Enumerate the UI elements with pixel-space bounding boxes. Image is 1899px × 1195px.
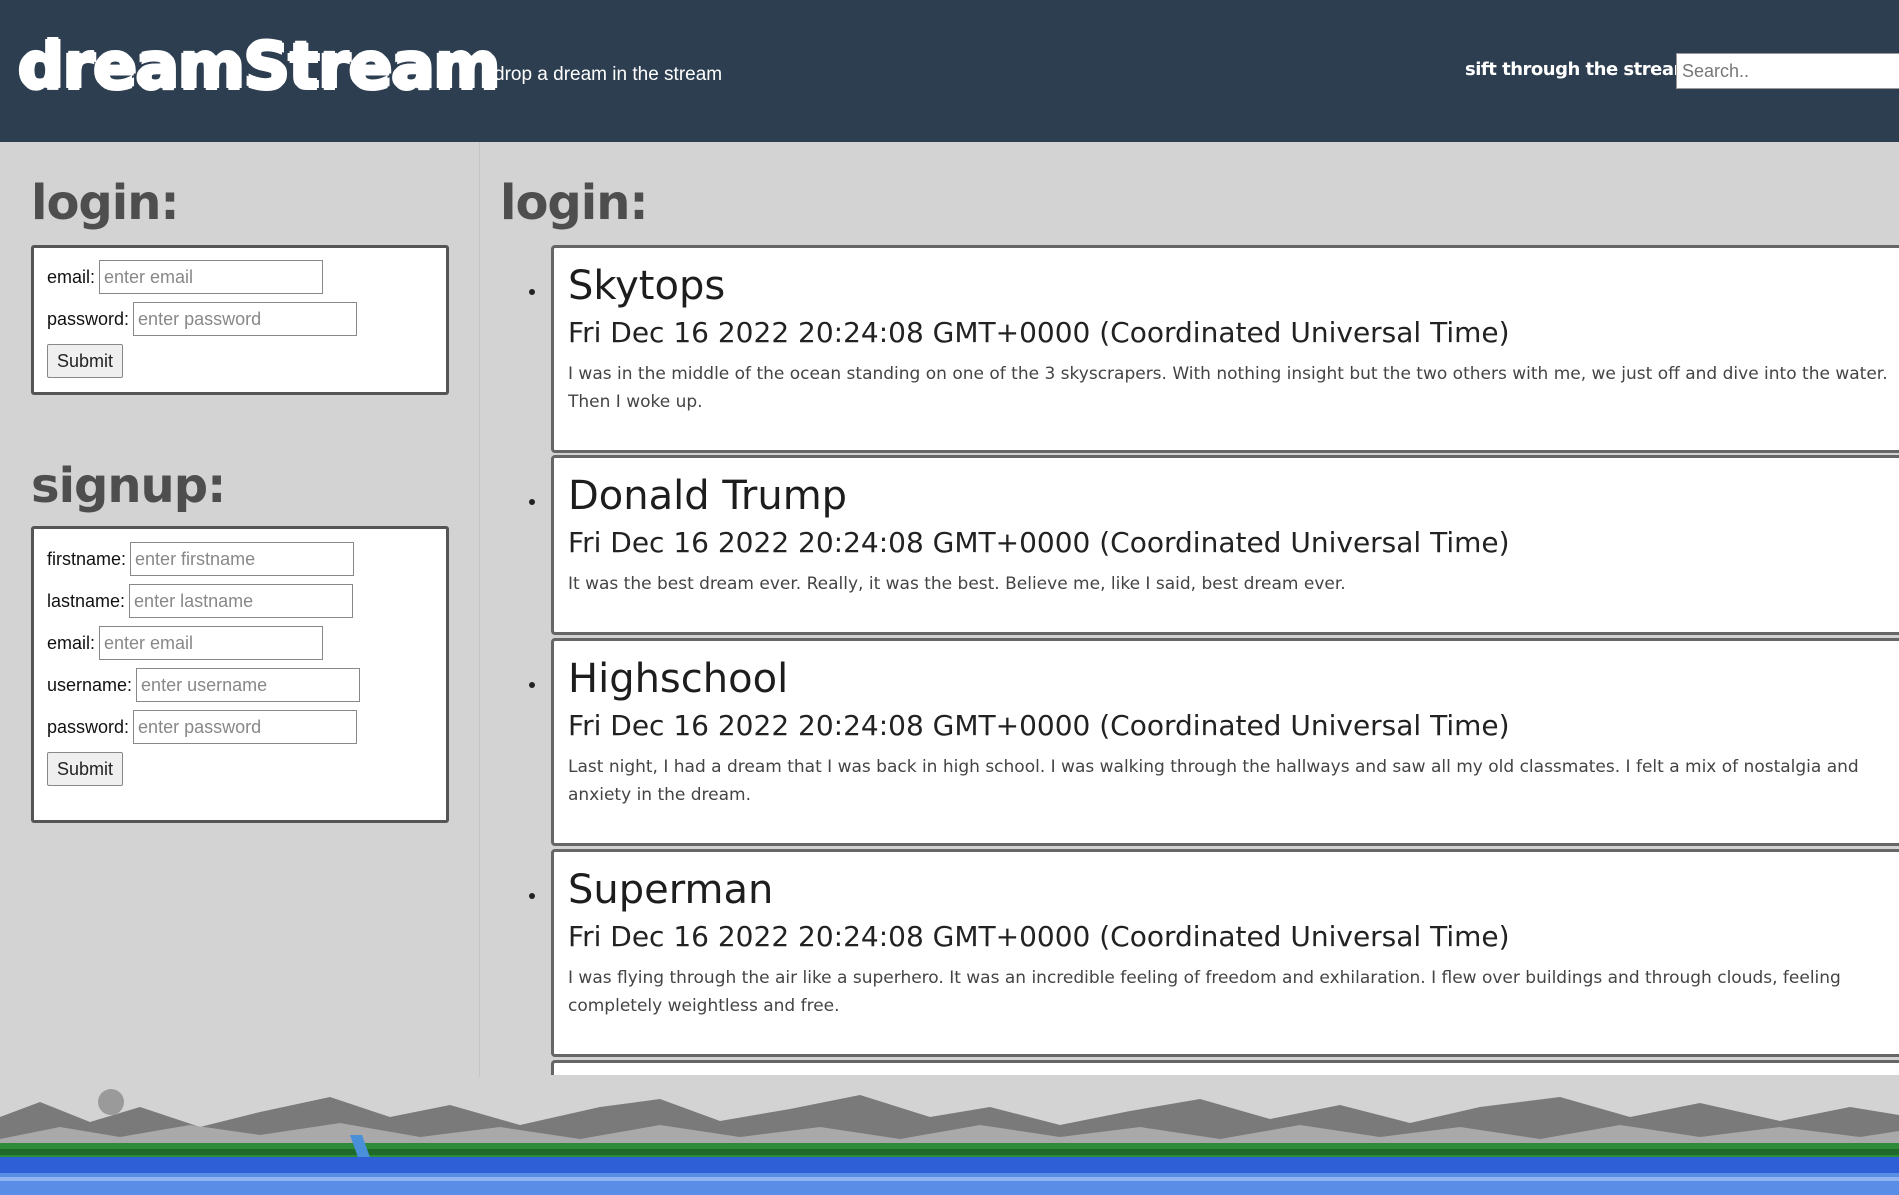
dream-card[interactable]: Donald Trump Fri Dec 16 2022 20:24:08 GM… — [551, 455, 1899, 635]
dream-title: Highschool — [568, 656, 789, 702]
dream-item: Highschool Fri Dec 16 2022 20:24:08 GMT+… — [510, 638, 1899, 846]
bullet-icon — [529, 682, 535, 688]
bullet-icon — [529, 893, 535, 899]
search-input[interactable] — [1676, 53, 1899, 89]
dream-date: Fri Dec 16 2022 20:24:08 GMT+0000 (Coord… — [568, 709, 1510, 742]
signup-firstname-field[interactable] — [130, 542, 355, 576]
login-title: login: — [31, 175, 180, 231]
signup-password-field[interactable] — [133, 710, 358, 744]
login-form: email: password: Submit — [31, 245, 449, 395]
signup-title: signup: — [31, 458, 226, 514]
dream-item — [510, 1060, 1899, 1075]
dream-title: Superman — [568, 867, 774, 913]
login-password-row: password: — [47, 301, 358, 337]
signup-submit-button[interactable]: Submit — [47, 752, 124, 786]
sidebar: login: email: password: Submit signup: f… — [0, 142, 480, 1077]
dream-card[interactable] — [551, 1060, 1899, 1075]
site-logo[interactable]: dreamStream — [18, 30, 500, 104]
search-label: sift through the stream: — [1465, 59, 1699, 80]
login-password-field[interactable] — [133, 302, 358, 336]
signup-email-field[interactable] — [99, 626, 324, 660]
bullet-icon — [529, 499, 535, 505]
dream-item: Superman Fri Dec 16 2022 20:24:08 GMT+00… — [510, 849, 1899, 1057]
login-email-field[interactable] — [99, 260, 324, 294]
signup-password-label: password: — [47, 716, 130, 737]
dream-date: Fri Dec 16 2022 20:24:08 GMT+0000 (Coord… — [568, 920, 1510, 953]
signup-password-row: password: — [47, 709, 358, 745]
login-email-row: email: — [47, 259, 324, 295]
dream-body: It was the best dream ever. Really, it w… — [568, 574, 1346, 594]
dream-item: Donald Trump Fri Dec 16 2022 20:24:08 GM… — [510, 455, 1899, 635]
signup-lastname-row: lastname: — [47, 583, 354, 619]
signup-form: firstname: lastname: email: username: pa… — [31, 526, 449, 823]
dream-card[interactable]: Superman Fri Dec 16 2022 20:24:08 GMT+00… — [551, 849, 1899, 1057]
site-tagline: drop a dream in the stream — [494, 64, 723, 85]
bullet-icon — [529, 289, 535, 295]
dream-feed: Skytops Fri Dec 16 2022 20:24:08 GMT+000… — [510, 245, 1899, 1075]
dream-title: Donald Trump — [568, 473, 848, 519]
signup-firstname-label: firstname: — [47, 548, 127, 569]
signup-username-field[interactable] — [136, 668, 361, 702]
feed-title: login: — [500, 175, 649, 231]
dream-item: Skytops Fri Dec 16 2022 20:24:08 GMT+000… — [510, 245, 1899, 453]
dream-date: Fri Dec 16 2022 20:24:08 GMT+0000 (Coord… — [568, 316, 1510, 349]
dream-body: I was in the middle of the ocean standin… — [568, 364, 1888, 412]
dream-title: Skytops — [568, 263, 726, 309]
moon-icon — [98, 1089, 124, 1115]
dream-date: Fri Dec 16 2022 20:24:08 GMT+0000 (Coord… — [568, 526, 1510, 559]
signup-email-label: email: — [47, 632, 96, 653]
signup-firstname-row: firstname: — [47, 541, 355, 577]
login-email-label: email: — [47, 266, 96, 287]
signup-lastname-field[interactable] — [129, 584, 354, 618]
signup-username-label: username: — [47, 674, 133, 695]
login-password-label: password: — [47, 308, 130, 329]
login-submit-button[interactable]: Submit — [47, 344, 124, 378]
dream-card[interactable]: Highschool Fri Dec 16 2022 20:24:08 GMT+… — [551, 638, 1899, 846]
signup-lastname-label: lastname: — [47, 590, 126, 611]
signup-email-row: email: — [47, 625, 324, 661]
landscape-footer-image — [0, 1077, 1899, 1195]
dream-body: Last night, I had a dream that I was bac… — [568, 757, 1859, 805]
dream-card[interactable]: Skytops Fri Dec 16 2022 20:24:08 GMT+000… — [551, 245, 1899, 453]
dream-body: I was flying through the air like a supe… — [568, 968, 1841, 1016]
signup-username-row: username: — [47, 667, 361, 703]
site-header: dreamStream drop a dream in the stream s… — [0, 0, 1899, 142]
